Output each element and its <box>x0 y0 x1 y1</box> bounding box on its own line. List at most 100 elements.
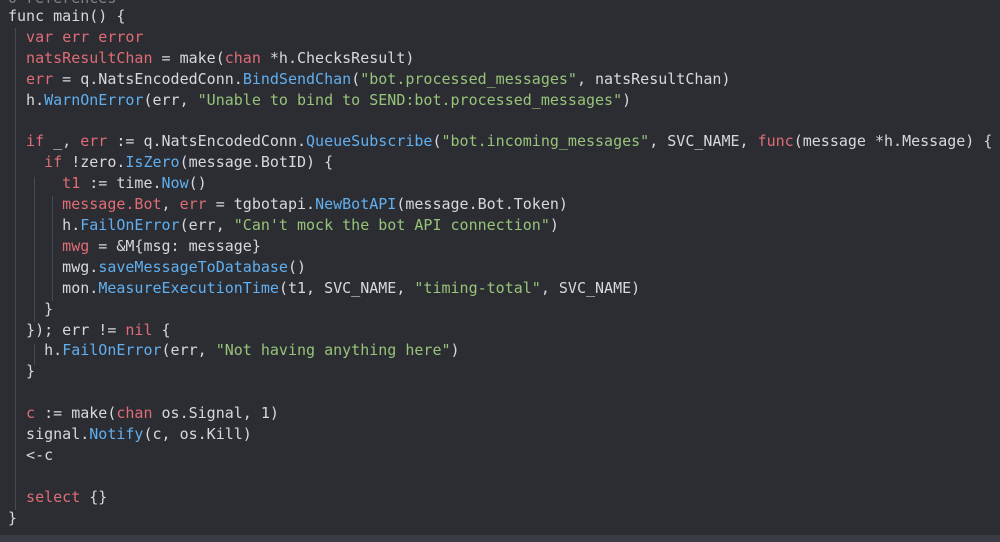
code-token: message.Bot <box>8 195 162 214</box>
code-token: make <box>179 48 216 67</box>
horizontal-scrollbar[interactable] <box>0 535 1000 542</box>
code-token: signal. <box>8 425 90 443</box>
code-token: , <box>161 195 180 214</box>
code-line[interactable]: err = q.NatsEncodedConn.BindSendChan("bo… <box>8 69 731 90</box>
code-token: FailOnError <box>62 341 162 360</box>
code-token: t1 <box>8 174 81 193</box>
code-line[interactable]: h.WarnOnError(err, "Unable to bind to SE… <box>8 90 631 111</box>
code-token: ( <box>432 132 442 151</box>
code-line[interactable]: if !zero.IsZero(message.BotID) { <box>8 152 333 173</box>
code-token: (t1, SVC_NAME, <box>278 278 415 297</box>
code-token: = &M{msg: message} <box>89 236 261 255</box>
code-token: "timing-total" <box>414 278 541 297</box>
code-token: chan <box>224 48 261 67</box>
code-token: FailOnError <box>80 216 180 234</box>
code-token: ( <box>351 69 361 88</box>
code-token: select <box>8 487 81 506</box>
code-token: = <box>152 48 180 67</box>
code-token: (message.BotID) { <box>179 153 334 172</box>
code-token: func <box>757 132 794 151</box>
code-line[interactable]: }); err != nil { <box>8 320 171 341</box>
code-token: _, <box>44 132 81 151</box>
code-token: natsResultChan <box>8 48 153 67</box>
code-line[interactable]: mwg.saveMessageToDatabase() <box>8 257 306 278</box>
code-line[interactable]: t1 := time.Now() <box>8 173 207 194</box>
code-token: } <box>8 299 54 318</box>
code-token: if <box>8 153 63 172</box>
code-token: err <box>179 195 207 214</box>
code-token: WarnOnError <box>44 90 144 109</box>
code-line[interactable]: signal.Notify(c, os.Kill) <box>8 424 252 445</box>
code-token: (err, <box>143 90 198 109</box>
code-line[interactable]: } <box>8 508 17 529</box>
code-token: mwg <box>8 236 90 255</box>
code-token: , natsResultChan) <box>576 69 731 88</box>
code-line[interactable]: func main() { <box>8 6 125 27</box>
code-line[interactable]: message.Bot, err = tgbotapi.NewBotAPI(me… <box>8 194 568 215</box>
code-token: (err, <box>179 216 234 234</box>
code-token: nil <box>125 320 153 339</box>
code-token: c <box>8 404 36 423</box>
code-editor[interactable]: 0 references func main() { var err error… <box>0 0 1000 535</box>
code-token: BindSendChan <box>242 69 352 88</box>
code-token: } <box>8 508 18 527</box>
code-token: := <box>35 404 72 423</box>
code-token: } <box>8 362 36 381</box>
code-token: "Can't mock the bot API connection" <box>233 216 550 234</box>
code-token: func <box>8 7 45 25</box>
code-line[interactable]: } <box>8 361 35 382</box>
code-token: Now <box>161 174 189 193</box>
code-line[interactable]: var err error <box>8 27 143 48</box>
code-token: () <box>188 174 207 193</box>
code-token: !zero. <box>62 153 126 172</box>
code-token: { <box>152 320 171 339</box>
code-token: = tgbotapi. <box>206 195 316 214</box>
code-token: (err, <box>161 341 216 360</box>
code-token: NewBotAPI <box>315 195 397 214</box>
code-token: var <box>8 27 63 46</box>
code-token: h. <box>8 341 63 360</box>
code-token: mwg. <box>8 257 99 276</box>
code-line[interactable]: if _, err := q.NatsEncodedConn.QueueSubs… <box>8 131 992 152</box>
code-token: err <box>80 132 108 151</box>
code-token: ) <box>622 90 632 109</box>
code-token: saveMessageToDatabase <box>98 257 288 276</box>
code-token: IsZero <box>125 153 180 172</box>
code-token: chan <box>116 404 153 423</box>
code-token: ( <box>215 48 225 67</box>
code-line[interactable]: mwg = &M{msg: message} <box>8 236 261 257</box>
code-token: (message *h.Message) { <box>793 132 993 151</box>
code-token: , SVC_NAME) <box>540 278 641 297</box>
code-line[interactable]: h.FailOnError(err, "Can't mock the bot A… <box>8 215 559 236</box>
code-line[interactable]: select {} <box>8 487 107 508</box>
code-token: h. <box>8 90 45 109</box>
code-line[interactable]: c := make(chan os.Signal, 1) <box>8 403 279 424</box>
code-token: (c, os.Kill) <box>143 425 252 443</box>
code-line[interactable]: mon.MeasureExecutionTime(t1, SVC_NAME, "… <box>8 278 640 299</box>
code-token: make <box>71 404 108 423</box>
code-token: "bot.incoming_messages" <box>441 132 650 151</box>
code-token: (message.Bot.Token) <box>396 195 568 214</box>
code-token: *h.ChecksResult) <box>260 48 415 67</box>
code-token: , SVC_NAME, <box>649 132 758 151</box>
code-line[interactable]: <-c <box>8 445 53 466</box>
code-token: := time. <box>80 174 162 193</box>
code-token: mon. <box>8 278 99 297</box>
code-token: <-c <box>8 445 54 464</box>
code-token: }); err != <box>8 320 126 339</box>
code-line[interactable]: h.FailOnError(err, "Not having anything … <box>8 340 459 361</box>
code-token: "bot.processed_messages" <box>360 69 577 88</box>
code-token: os.Signal, 1) <box>152 404 279 423</box>
code-token: ) <box>549 216 559 234</box>
code-token: {} <box>80 487 108 506</box>
code-token: "Unable to bind to SEND:bot.processed_me… <box>197 90 623 109</box>
code-token: main() { <box>44 7 126 25</box>
code-line[interactable]: } <box>8 299 53 320</box>
code-token: = q.NatsEncodedConn. <box>53 69 243 88</box>
code-line[interactable]: natsResultChan = make(chan *h.ChecksResu… <box>8 48 414 69</box>
code-token: err error <box>62 27 144 46</box>
code-token: QueueSubscribe <box>306 132 433 151</box>
code-token: Notify <box>89 425 144 443</box>
code-token: err <box>8 69 54 88</box>
code-token: h. <box>8 216 81 234</box>
